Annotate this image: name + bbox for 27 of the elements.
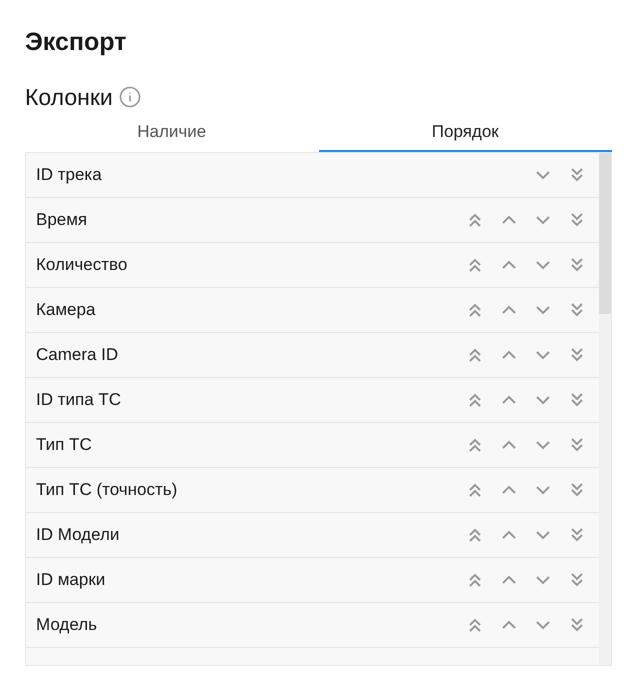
list-row[interactable]: ID типа ТС (26, 378, 599, 423)
column-name: Тип ТС (точность) (36, 480, 178, 500)
column-name: Камера (36, 300, 96, 320)
column-name: Время (36, 210, 88, 230)
list-row[interactable]: Время (26, 198, 599, 243)
column-name: ID марки (36, 570, 106, 590)
list-row[interactable]: ID марки (26, 558, 599, 603)
column-name: Количество (36, 255, 128, 275)
list-row[interactable]: ID трека (26, 153, 599, 198)
column-name: Модель (36, 615, 98, 635)
list-row[interactable]: Тип ТС (26, 423, 599, 468)
list-row[interactable]: Количество (26, 243, 599, 288)
tab[interactable]: Наличие (25, 114, 318, 152)
column-name: ID трека (36, 165, 103, 185)
info-icon[interactable] (118, 86, 141, 108)
scrollbar[interactable] (599, 153, 611, 665)
column-name: Camera ID (36, 345, 120, 365)
list-row[interactable]: Камера (26, 288, 599, 333)
list-row[interactable]: Тип ТС (точность) (26, 468, 599, 513)
section-title: Колонки (25, 83, 113, 112)
column-name: ID Модели (36, 525, 120, 545)
list-row[interactable]: Модель (26, 603, 599, 648)
column-name: ID типа ТС (36, 390, 122, 410)
list-row[interactable]: ID Модели (26, 513, 599, 558)
column-name: Тип ТС (36, 435, 93, 455)
page-title: Экспорт (25, 27, 128, 58)
list-row[interactable]: Camera ID (26, 333, 599, 378)
